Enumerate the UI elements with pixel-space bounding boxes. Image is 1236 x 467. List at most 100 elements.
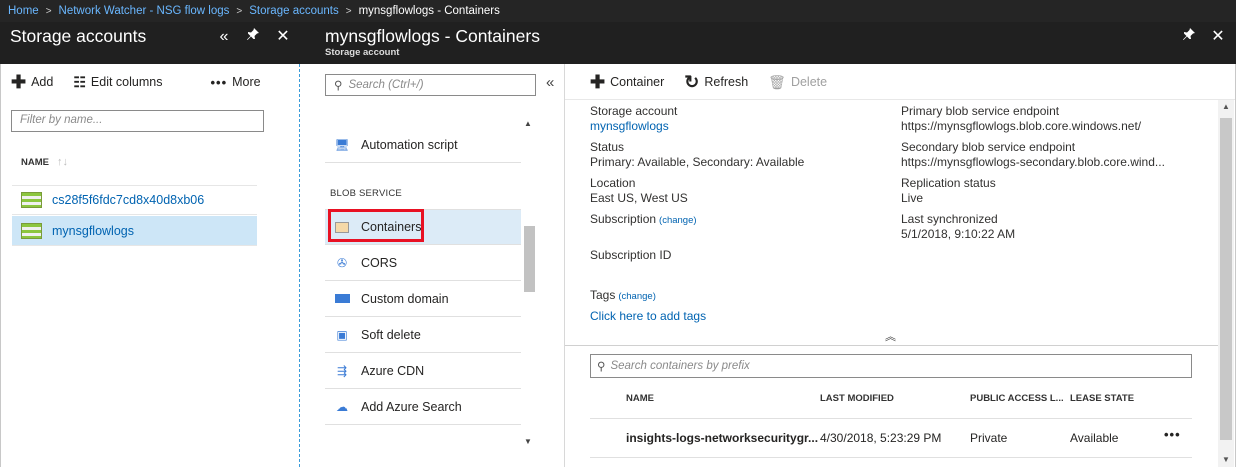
add-container-button[interactable]: ✚ Container [590,73,664,91]
container-name[interactable]: insights-logs-networksecuritygr... [626,431,818,445]
essentials-value: https://mynsgflowlogs-secondary.blob.cor… [901,155,1165,169]
essentials-secondary-endpoint: Secondary blob service endpoint https://… [901,140,1165,170]
refresh-button[interactable]: ↻ Refresh [684,73,748,91]
more-button[interactable]: ••• More [210,75,260,89]
column-header-public-access[interactable]: PUBLIC ACCESS L... [970,393,1064,404]
containers-blade: ✚ Container ↻ Refresh 🗑 Delete Storage a… [565,64,1236,467]
row-more-icon[interactable]: ••• [1164,427,1181,442]
name-column-header[interactable]: NAME ↑↓ [21,156,68,168]
menu-item-add-azure-search[interactable]: ☁ Add Azure Search [325,389,521,425]
add-button[interactable]: ✚ Add [11,73,53,91]
resource-menu: ⚲ Search (Ctrl+/) « 🖥 Automation script … [300,64,565,467]
essentials-label: Subscription [590,212,657,226]
menu-item-label: CORS [361,255,398,270]
edit-columns-label: Edit columns [90,75,163,89]
storage-account-name: mynsgflowlogs [52,223,134,238]
containers-header: mynsgflowlogs - Containers Storage accou… [299,22,1236,64]
menu-item-azure-cdn[interactable]: ⇶ Azure CDN [325,353,521,389]
pin-icon[interactable] [1179,26,1199,48]
container-search-input[interactable]: ⚲ Search containers by prefix [590,354,1192,378]
essentials-tags: Tags (change) Click here to add tags [590,288,706,324]
essentials-label: Subscription ID [590,248,672,262]
essentials-subscription: Subscription (change) [590,212,697,228]
essentials-replication: Replication status Live [901,176,996,206]
edit-columns-button[interactable]: ☷ Edit columns [73,75,162,89]
section-divider [565,345,1218,346]
add-container-label: Container [610,74,665,89]
trash-icon: 🗑 [768,73,786,90]
pin-icon[interactable] [243,26,263,48]
storage-accounts-header: Storage accounts « ✕ [0,22,299,64]
essentials-location: Location East US, West US [590,176,688,206]
menu-item-soft-delete[interactable]: ▣ Soft delete [325,317,521,353]
blade-title: mynsgflowlogs - Containers [325,26,540,46]
menu-search-placeholder: Search (Ctrl+/) [348,79,424,91]
change-tags-link[interactable]: (change) [618,291,656,302]
scrollbar-thumb[interactable] [524,226,535,292]
breadcrumb-current: mynsgflowlogs - Containers [358,5,500,17]
breadcrumb-home[interactable]: Home [8,5,39,17]
close-icon[interactable]: ✕ [273,26,293,48]
essentials-value: 5/1/2018, 9:10:22 AM [901,227,1016,241]
ellipsis-icon: ••• [210,74,228,90]
essentials-label: Storage account [590,104,678,118]
collapse-essentials-icon[interactable]: ︽ [885,328,896,344]
storage-account-name: cs28f5f6fdc7cd8x40d8xb06 [52,193,205,207]
menu-item-cors[interactable]: ✇ CORS [325,245,521,281]
scroll-up-icon[interactable]: ▲ [1222,102,1230,111]
azure-cdn-icon: ⇶ [336,363,348,378]
storage-account-row-selected[interactable]: mynsgflowlogs [12,216,257,246]
sort-icon: ↑↓ [56,156,68,168]
change-subscription-link[interactable]: (change) [659,215,697,226]
blade-subtitle: Storage account [325,47,400,58]
table-row[interactable]: insights-logs-networksecuritygr... 4/30/… [590,418,1192,458]
storage-account-row[interactable]: cs28f5f6fdc7cd8x40d8xb06 [12,185,257,215]
search-icon: ⚲ [334,80,343,92]
essentials-value: Primary: Available, Secondary: Available [590,155,805,169]
content-scrollbar[interactable]: ▲ ▼ [1218,100,1234,467]
refresh-icon: ↻ [684,71,700,92]
storage-account-link[interactable]: mynsgflowlogs [590,119,677,134]
menu-item-custom-domain[interactable]: Custom domain [325,281,521,317]
breadcrumb-separator-icon: > [236,5,243,17]
more-label: More [232,75,261,89]
scroll-up-icon[interactable]: ▲ [524,119,532,128]
menu-item-label: Automation script [361,137,458,152]
menu-item-label: Soft delete [361,327,421,342]
cors-icon: ✇ [336,255,348,270]
menu-item-automation-script[interactable]: 🖥 Automation script [325,127,521,163]
essentials-subscription-id: Subscription ID [590,248,671,263]
column-header-name[interactable]: NAME [626,393,654,404]
essentials-value: Live [901,191,924,205]
blade-title: Storage accounts [10,26,147,46]
filter-input[interactable]: Filter by name... [11,110,264,132]
breadcrumb-storage-accounts[interactable]: Storage accounts [249,5,339,17]
search-icon: ⚲ [597,361,606,373]
scroll-down-icon[interactable]: ▼ [524,437,532,446]
container-search-placeholder: Search containers by prefix [610,360,750,372]
column-header-lease-state[interactable]: LEASE STATE [1070,393,1134,404]
add-tags-link[interactable]: Click here to add tags [590,309,706,324]
collapse-menu-icon[interactable]: « [546,74,554,91]
scroll-down-icon[interactable]: ▼ [1222,455,1230,464]
breadcrumb-separator-icon: > [45,5,52,17]
collapse-icon[interactable]: « [214,26,234,48]
column-header-last-modified[interactable]: LAST MODIFIED [820,393,894,404]
storage-account-icon [21,222,42,239]
toolbar: ✚ Container ↻ Refresh 🗑 Delete [565,64,1235,100]
menu-search-input[interactable]: ⚲ Search (Ctrl+/) [325,74,536,96]
container-public-access: Private [970,431,1008,445]
essentials-status: Status Primary: Available, Secondary: Av… [590,140,804,170]
delete-button[interactable]: 🗑 Delete [768,75,827,89]
menu-scrollbar[interactable]: ▲ ▼ [522,119,536,449]
essentials-label: Tags [590,288,616,302]
close-icon[interactable]: ✕ [1208,26,1228,48]
breadcrumb: Home > Network Watcher - NSG flow logs >… [0,0,1236,22]
essentials-last-synchronized: Last synchronized 5/1/2018, 9:10:22 AM [901,212,1015,242]
essentials-label: Status [590,140,625,154]
essentials-value: https://mynsgflowlogs.blob.core.windows.… [901,119,1142,133]
breadcrumb-network-watcher[interactable]: Network Watcher - NSG flow logs [59,5,230,17]
storage-account-icon [21,192,42,208]
scrollbar-thumb[interactable] [1220,118,1232,440]
delete-label: Delete [790,74,828,89]
